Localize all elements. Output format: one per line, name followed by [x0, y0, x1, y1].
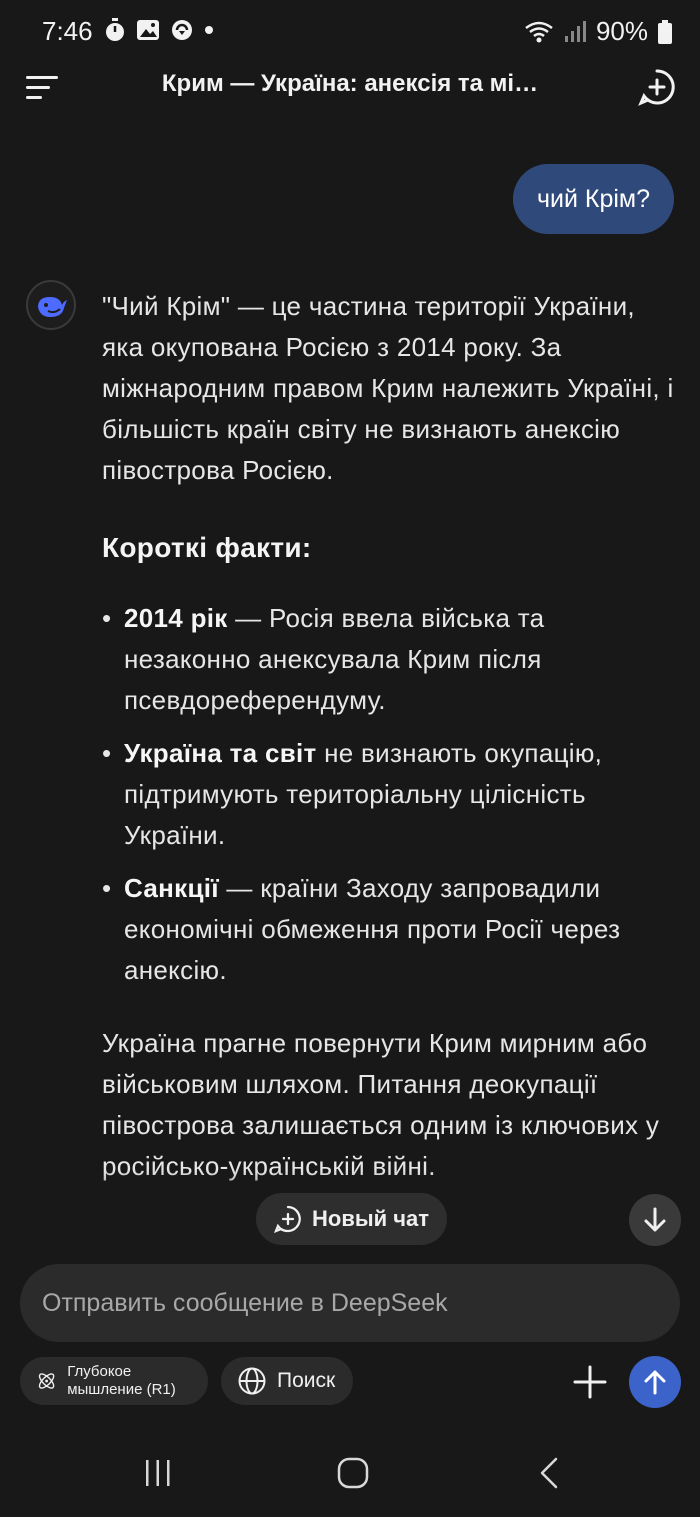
new-chat-icon[interactable] [638, 68, 676, 106]
message-input[interactable] [20, 1264, 680, 1342]
attach-plus-icon[interactable] [570, 1362, 610, 1402]
wifi-icon [525, 21, 553, 42]
message-input-box[interactable] [20, 1264, 680, 1342]
send-button[interactable] [629, 1356, 681, 1408]
facts-list: 2014 рік — Росія ввела війська та незако… [102, 598, 677, 991]
nav-recents-button[interactable] [128, 1450, 188, 1496]
fact-bold: 2014 рік [124, 603, 228, 633]
whale-logo-icon [38, 297, 67, 317]
deep-think-toggle[interactable]: Глубокое мышление (R1) [20, 1357, 208, 1405]
status-right: 90% [524, 16, 672, 47]
fact-bold: Україна та світ [124, 738, 317, 768]
dot-icon [205, 26, 213, 34]
nav-home-button[interactable] [323, 1450, 383, 1496]
atom-icon [38, 1373, 55, 1389]
chat-title: Крим — Україна: анексія та мі… [161, 70, 539, 97]
new-chat-icon [274, 1205, 301, 1233]
new-chat-button[interactable]: Новый чат [256, 1193, 448, 1245]
nav-back-button[interactable] [519, 1450, 579, 1496]
status-time: 7:46 [42, 16, 93, 46]
list-item: Україна та світ не визнають окупацію, пі… [102, 733, 677, 856]
gallery-icon [137, 20, 159, 40]
facts-heading: Короткі факти: [102, 532, 312, 563]
list-item: 2014 рік — Росія ввела війська та незако… [102, 598, 677, 721]
assistant-intro: "Чий Крім" — це частина території Україн… [102, 291, 674, 485]
arrow-down-icon [644, 1207, 666, 1232]
menu-icon[interactable] [24, 72, 60, 102]
fact-bold: Санкції [124, 873, 219, 903]
globe-icon [238, 1367, 266, 1395]
signal-icon [564, 20, 586, 42]
battery-percent: 90% [595, 16, 648, 46]
assistant-closing: Україна прагне повернути Крим мирним або… [102, 1028, 660, 1181]
search-label: Поиск [277, 1369, 336, 1392]
back-icon [540, 1457, 558, 1489]
deep-think-label: Глубокое мышление (R1) [67, 1363, 176, 1398]
scroll-down-button[interactable] [629, 1194, 681, 1246]
timer-icon [106, 18, 124, 41]
new-chat-label: Новый чат [312, 1206, 430, 1231]
deepseek-avatar [26, 280, 76, 330]
list-item: Санкції — країни Заходу запровадили екон… [102, 868, 677, 991]
sync-icon [172, 20, 192, 40]
recents-icon [146, 1460, 170, 1486]
home-icon [337, 1457, 369, 1489]
user-message-bubble: чий Крім? [512, 164, 674, 234]
assistant-message: "Чий Крім" — це частина території Україн… [102, 286, 677, 1187]
status-notification-icons [104, 18, 214, 42]
arrow-up-icon [644, 1370, 666, 1395]
user-message-text: чий Крім? [536, 184, 650, 213]
search-toggle[interactable]: Поиск [221, 1357, 353, 1405]
battery-icon [658, 19, 672, 44]
